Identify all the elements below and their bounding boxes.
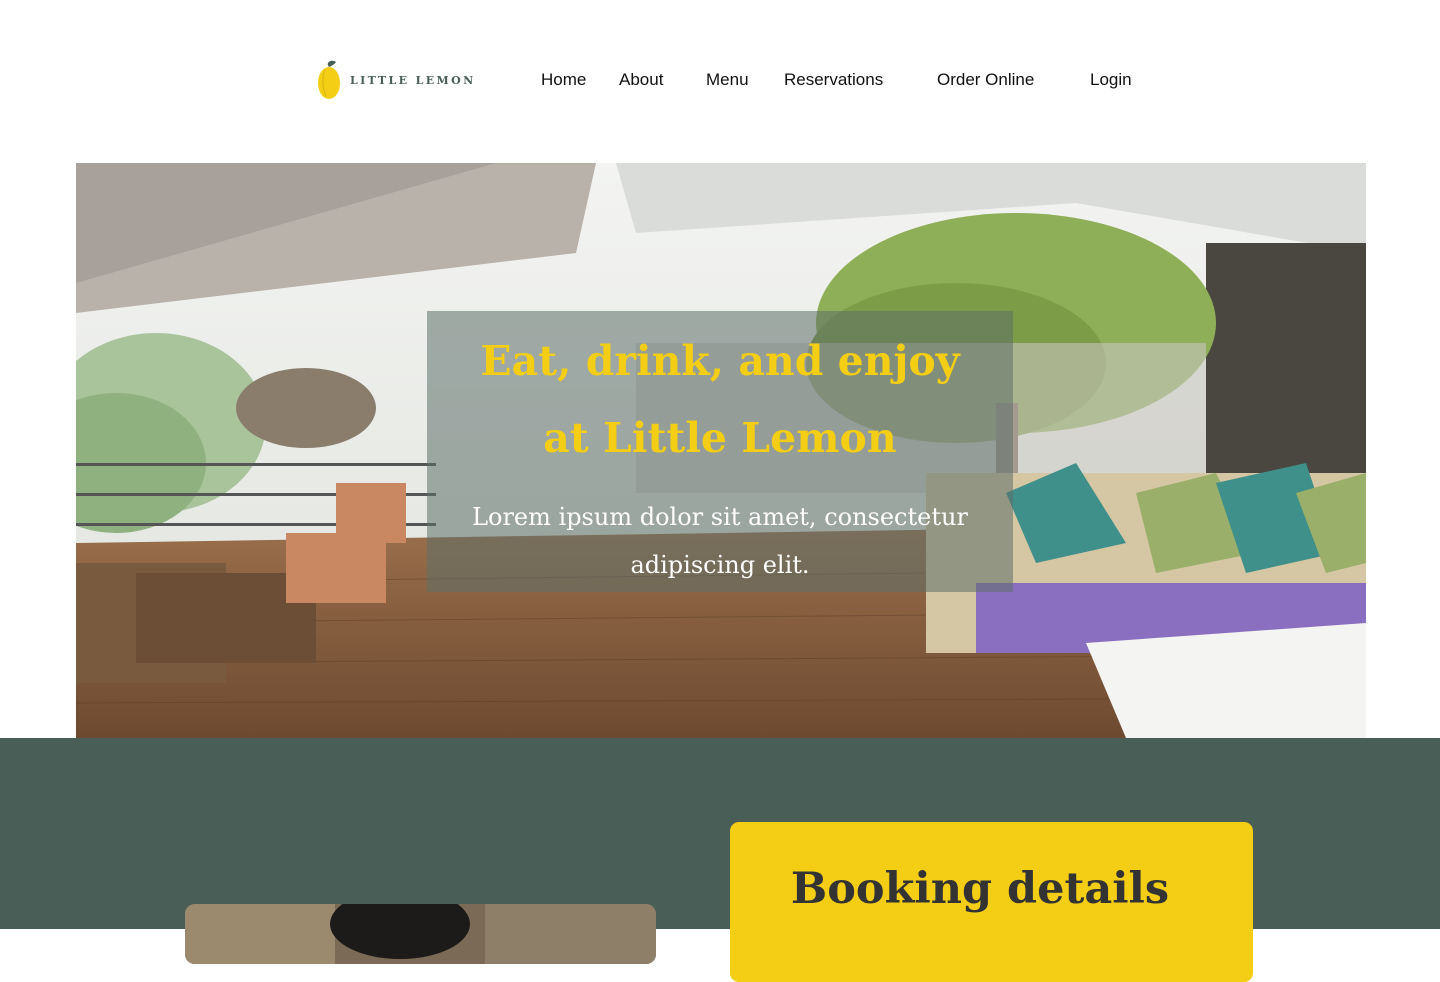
- nav-link-reservations[interactable]: Reservations: [784, 70, 883, 90]
- site-header: LITTLE LEMON Home About Menu Reservation…: [0, 0, 1440, 163]
- booking-photo-image: [185, 904, 656, 964]
- hero-subtitle-line-2: adipiscing elit.: [630, 551, 810, 579]
- hero-section: Eat, drink, and enjoy at Little Lemon Lo…: [76, 163, 1366, 738]
- nav-link-order-online[interactable]: Order Online: [937, 70, 1034, 90]
- booking-photo: [185, 904, 656, 964]
- logo[interactable]: LITTLE LEMON: [316, 58, 476, 102]
- hero-subtitle: Lorem ipsum dolor sit amet, consectetur …: [427, 493, 1013, 589]
- hero-title-line-2: at Little Lemon: [543, 414, 897, 462]
- hero-subtitle-line-1: Lorem ipsum dolor sit amet, consectetur: [472, 503, 968, 531]
- nav-link-login[interactable]: Login: [1090, 70, 1132, 90]
- booking-details-title: Booking details: [790, 864, 1170, 914]
- nav-link-menu[interactable]: Menu: [706, 70, 749, 90]
- nav-link-about[interactable]: About: [619, 70, 663, 90]
- booking-section: Booking details: [0, 738, 1440, 982]
- hero-title: Eat, drink, and enjoy at Little Lemon: [427, 323, 1013, 477]
- booking-details-card: Booking details: [730, 822, 1253, 982]
- lemon-logo-icon: [318, 60, 340, 99]
- nav-link-home[interactable]: Home: [541, 70, 586, 90]
- hero-title-line-1: Eat, drink, and enjoy: [480, 337, 960, 385]
- logo-text: LITTLE LEMON: [350, 73, 476, 87]
